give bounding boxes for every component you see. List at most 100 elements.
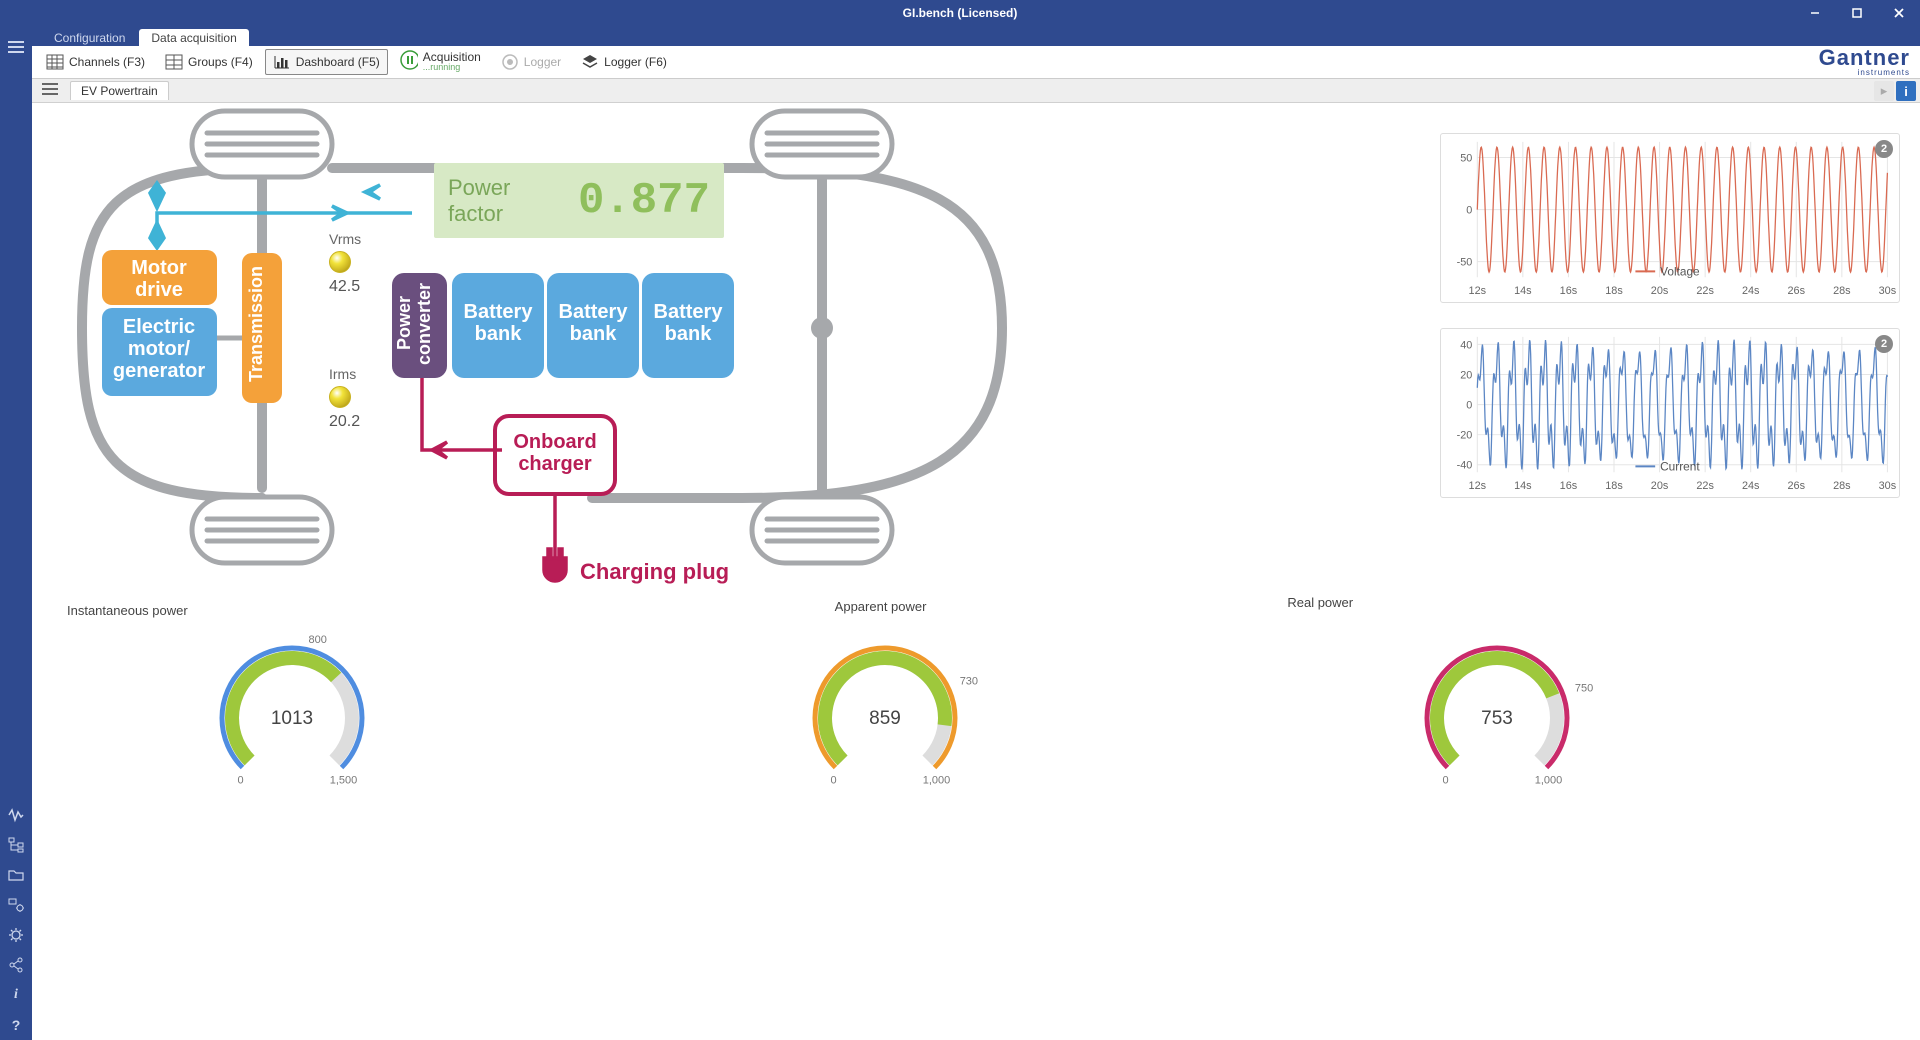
info-icon[interactable]: i xyxy=(0,980,32,1010)
svg-text:0: 0 xyxy=(1466,400,1472,412)
current-chart-badge: 2 xyxy=(1875,335,1893,353)
svg-text:30s: 30s xyxy=(1879,285,1897,297)
real-power-gauge[interactable]: Real power 75075301,000 xyxy=(1287,603,1900,1040)
svg-text:1,500: 1,500 xyxy=(330,774,358,786)
svg-text:Battery: Battery xyxy=(559,301,629,323)
subbar-menu-button[interactable] xyxy=(38,81,62,100)
gauge-title: Apparent power xyxy=(835,599,927,614)
window-title: GI.bench (Licensed) xyxy=(903,6,1018,20)
stack-icon xyxy=(581,53,599,71)
svg-text:16s: 16s xyxy=(1560,285,1578,297)
subbar-info-button[interactable]: i xyxy=(1896,81,1916,101)
chart-icon xyxy=(273,53,291,71)
voltage-chart-badge: 2 xyxy=(1875,140,1893,158)
svg-text:-50: -50 xyxy=(1457,257,1473,269)
pause-icon xyxy=(400,51,418,69)
gauge-title: Instantaneous power xyxy=(67,603,188,618)
main-menu-button[interactable] xyxy=(0,32,32,62)
motor-drive-l2: drive xyxy=(135,279,183,301)
svg-text:22s: 22s xyxy=(1696,285,1714,297)
svg-text:1,000: 1,000 xyxy=(1535,774,1563,786)
svg-text:0: 0 xyxy=(830,774,836,786)
svg-text:28s: 28s xyxy=(1833,480,1851,492)
subbar-next-button[interactable]: ▸ xyxy=(1874,81,1894,101)
svg-text:753: 753 xyxy=(1481,708,1513,729)
tab-configuration[interactable]: Configuration xyxy=(42,29,137,46)
svg-text:converter: converter xyxy=(414,283,434,365)
svg-text:18s: 18s xyxy=(1605,285,1623,297)
svg-text:16s: 16s xyxy=(1560,480,1578,492)
svg-text:1,000: 1,000 xyxy=(922,774,950,786)
svg-text:1013: 1013 xyxy=(271,708,313,729)
logger-button[interactable]: Logger xyxy=(493,49,569,75)
svg-text:50: 50 xyxy=(1460,152,1472,164)
vrms-led-icon xyxy=(329,251,351,273)
svg-text:0: 0 xyxy=(1466,205,1472,217)
irms-value: 20.2 xyxy=(329,413,360,431)
svg-text:0: 0 xyxy=(1443,774,1449,786)
voltage-chart[interactable]: 2 -50 0 50 12s 14s 16s 18s 20s 22s 24s 26s 28s 30s Vo… xyxy=(1440,133,1900,303)
svg-text:22s: 22s xyxy=(1696,480,1714,492)
logger-label: Logger xyxy=(524,55,561,69)
svg-text:motor/: motor/ xyxy=(128,338,191,360)
share-icon[interactable] xyxy=(0,950,32,980)
svg-text:bank: bank xyxy=(475,323,523,345)
window-maximize-button[interactable] xyxy=(1836,0,1878,26)
subtab-ev-powertrain[interactable]: EV Powertrain xyxy=(70,81,169,100)
tab-data-acquisition[interactable]: Data acquisition xyxy=(139,29,248,46)
dashboard-button[interactable]: Dashboard (F5) xyxy=(265,49,388,75)
svg-text:20s: 20s xyxy=(1651,285,1669,297)
svg-text:Battery: Battery xyxy=(654,301,724,323)
irms-led-icon xyxy=(329,386,351,408)
folder-icon[interactable] xyxy=(0,860,32,890)
svg-text:24s: 24s xyxy=(1742,285,1760,297)
svg-text:bank: bank xyxy=(665,323,713,345)
window-minimize-button[interactable] xyxy=(1794,0,1836,26)
svg-text:18s: 18s xyxy=(1605,480,1623,492)
channels-button[interactable]: Channels (F3) xyxy=(38,49,153,75)
svg-text:bank: bank xyxy=(570,323,618,345)
gear-icon[interactable] xyxy=(0,920,32,950)
svg-text:730: 730 xyxy=(959,676,977,688)
svg-text:charger: charger xyxy=(518,453,592,475)
settings-gear-icon[interactable] xyxy=(0,890,32,920)
svg-text:Transmission: Transmission xyxy=(246,266,266,382)
charging-plug-label: Charging plug xyxy=(580,559,729,585)
signal-icon[interactable] xyxy=(0,800,32,830)
svg-text:800: 800 xyxy=(309,634,327,646)
svg-text:Battery: Battery xyxy=(464,301,534,323)
svg-text:30s: 30s xyxy=(1879,480,1897,492)
svg-text:20s: 20s xyxy=(1651,480,1669,492)
svg-text:12s: 12s xyxy=(1469,285,1487,297)
svg-text:14s: 14s xyxy=(1514,480,1532,492)
brand-logo: Gantner instruments xyxy=(1819,48,1910,77)
motor-drive-l1: Motor xyxy=(131,257,187,279)
dashboard-label: Dashboard (F5) xyxy=(296,55,380,69)
logger-f6-button[interactable]: Logger (F6) xyxy=(573,49,675,75)
acquisition-button[interactable]: Acquisition ...running xyxy=(392,47,489,77)
groups-label: Groups (F4) xyxy=(188,55,253,69)
apparent-power-gauge[interactable]: Apparent power 73085901,000 xyxy=(675,603,1288,1040)
svg-text:14s: 14s xyxy=(1514,285,1532,297)
svg-text:26s: 26s xyxy=(1788,480,1806,492)
tree-icon[interactable] xyxy=(0,830,32,860)
groups-icon xyxy=(165,53,183,71)
svg-text:28s: 28s xyxy=(1833,285,1851,297)
svg-text:Voltage: Voltage xyxy=(1660,264,1700,278)
svg-text:859: 859 xyxy=(869,708,901,729)
instantaneous-power-gauge[interactable]: Instantaneous power 800101301,500 xyxy=(62,603,675,1040)
power-factor-panel: Power factor 0.877 xyxy=(434,163,724,238)
svg-text:750: 750 xyxy=(1575,682,1593,694)
help-icon[interactable]: ? xyxy=(0,1010,32,1040)
current-chart[interactable]: 2 -40-200204012s14s16s18s20s22s24s26s28s… xyxy=(1440,328,1900,498)
groups-button[interactable]: Groups (F4) xyxy=(157,49,261,75)
svg-text:12s: 12s xyxy=(1469,480,1487,492)
svg-text:40: 40 xyxy=(1460,339,1472,351)
svg-text:26s: 26s xyxy=(1788,285,1806,297)
svg-text:-20: -20 xyxy=(1457,430,1473,442)
svg-text:Power: Power xyxy=(394,296,414,350)
svg-text:Onboard: Onboard xyxy=(513,431,596,453)
channels-label: Channels (F3) xyxy=(69,55,145,69)
table-icon xyxy=(46,53,64,71)
window-close-button[interactable] xyxy=(1878,0,1920,26)
